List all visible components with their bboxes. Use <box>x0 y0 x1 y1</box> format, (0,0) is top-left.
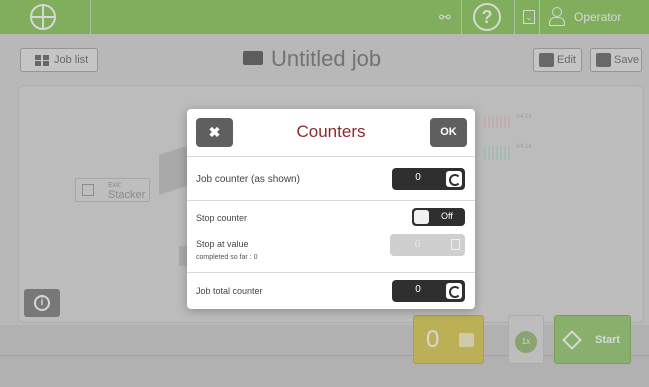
toggle-state: Off <box>441 211 453 221</box>
reset-icon[interactable] <box>446 171 462 187</box>
stop-counter-toggle[interactable]: Off <box>412 208 465 226</box>
stop-at-value: 0 <box>414 239 421 250</box>
reset-icon[interactable] <box>446 283 462 299</box>
divider <box>187 156 475 157</box>
job-total-value: 0 <box>415 284 421 295</box>
job-counter-value: 0 <box>415 172 421 183</box>
job-counter-label: Job counter (as shown) <box>196 174 300 185</box>
counters-dialog: ✖ Counters OK Job counter (as shown) 0 S… <box>187 109 475 309</box>
completed-label: completed so far : 0 <box>196 254 258 261</box>
job-total-label: Job total counter <box>196 286 263 296</box>
stop-at-label: Stop at value <box>196 239 249 249</box>
job-counter-field[interactable]: 0 <box>392 168 465 190</box>
ok-button[interactable]: OK <box>430 118 467 147</box>
divider <box>187 200 475 201</box>
stop-at-field: 0 <box>390 234 465 256</box>
keypad-icon <box>451 239 460 250</box>
job-total-field[interactable]: 0 <box>392 280 465 302</box>
toggle-knob <box>414 210 429 224</box>
stop-counter-label: Stop counter <box>196 213 248 223</box>
divider <box>187 272 475 273</box>
